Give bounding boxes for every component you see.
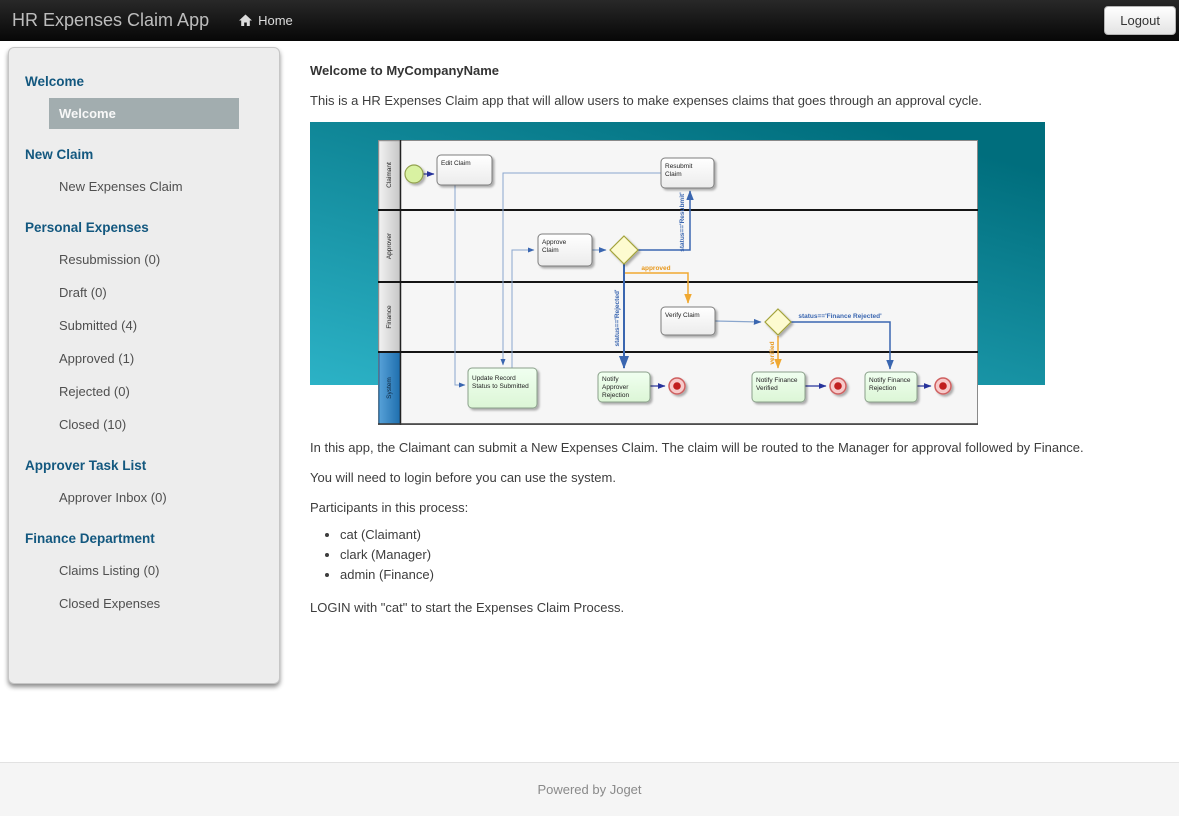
participant-clark: clark (Manager) <box>340 545 1090 565</box>
label-status-finance-rejected: status=='Finance Rejected' <box>798 313 882 320</box>
participant-admin: admin (Finance) <box>340 565 1090 585</box>
task-edit-claim: Edit Claim <box>436 154 493 186</box>
workflow-diagram-image: Claimant Approver Finance System approve… <box>310 122 1045 425</box>
task-approve-claim: Approve Claim <box>537 233 593 267</box>
home-icon <box>239 14 253 27</box>
sidebar-item-submitted[interactable]: Submitted (4) <box>49 310 239 341</box>
svg-text:Verify Claim: Verify Claim <box>665 312 700 319</box>
top-navbar: HR Expenses Claim App Home Logout <box>0 0 1179 41</box>
label-approved: approved <box>641 265 670 272</box>
sidebar-menu: Welcome Welcome New Claim New Expenses C… <box>8 47 280 684</box>
page-footer: Powered by Joget <box>0 762 1179 816</box>
end-event-icon-3 <box>934 377 952 395</box>
paragraph-participants: Participants in this process: <box>310 500 469 515</box>
paragraph-login-hint: LOGIN with "cat" to start the Expenses C… <box>310 600 625 615</box>
paragraph-login-required: You will need to login before you can us… <box>310 470 616 485</box>
bpmn-diagram: Claimant Approver Finance System approve… <box>310 122 1045 425</box>
sidebar-item-resubmission[interactable]: Resubmission (0) <box>49 244 239 275</box>
end-event-icon-1 <box>668 377 686 395</box>
sidebar-item-welcome[interactable]: Welcome <box>49 98 239 129</box>
sidebar-item-approver-inbox[interactable]: Approver Inbox (0) <box>49 482 239 513</box>
participants-list: cat (Claimant) clark (Manager) admin (Fi… <box>310 525 1090 585</box>
task-update-record: Update Record Status to Submitted <box>467 367 538 409</box>
sidebar-item-approved[interactable]: Approved (1) <box>49 343 239 374</box>
app-title: HR Expenses Claim App <box>12 10 210 30</box>
task-notify-finance-rejection: Notify Finance Rejection <box>864 371 918 403</box>
sidebar-item-claims-listing[interactable]: Claims Listing (0) <box>49 555 239 586</box>
lane-label-finance: Finance <box>386 305 393 329</box>
paragraph-routing: In this app, the Claimant can submit a N… <box>310 440 1084 455</box>
sidebar-heading-new-claim: New Claim <box>25 147 94 162</box>
lane-label-system: System <box>386 377 393 399</box>
start-event-icon <box>404 164 424 184</box>
sidebar-item-new-expenses-claim[interactable]: New Expenses Claim <box>49 171 239 202</box>
sidebar-item-draft[interactable]: Draft (0) <box>49 277 239 308</box>
label-status-resubmit: status=='Resubmit' <box>679 192 686 252</box>
main-content: Welcome to MyCompanyName This is a HR Ex… <box>310 41 1090 625</box>
nav-home-link[interactable]: Home <box>239 13 293 28</box>
sidebar-heading-welcome: Welcome <box>25 74 85 89</box>
lane-label-claimant: Claimant <box>386 162 393 188</box>
label-status-rejected: status=='Rejected' <box>614 289 621 346</box>
page-title: Welcome to MyCompanyName <box>310 63 500 78</box>
task-notify-approver-rejection: Notify Approver Rejection <box>597 371 651 403</box>
participant-cat: cat (Claimant) <box>340 525 1090 545</box>
task-verify-claim: Verify Claim <box>660 306 716 336</box>
svg-text:Edit Claim: Edit Claim <box>441 160 471 167</box>
intro-paragraph: This is a HR Expenses Claim app that wil… <box>310 93 982 108</box>
nav-home-label: Home <box>258 13 293 28</box>
end-event-icon-2 <box>829 377 847 395</box>
sidebar-heading-personal-expenses: Personal Expenses <box>25 220 149 235</box>
task-resubmit-claim: Resubmit Claim <box>660 157 715 189</box>
sidebar-item-rejected[interactable]: Rejected (0) <box>49 376 239 407</box>
sidebar-item-closed[interactable]: Closed (10) <box>49 409 239 440</box>
sidebar-item-closed-expenses[interactable]: Closed Expenses <box>49 588 239 619</box>
swimlane-panel: Claimant Approver Finance System approve… <box>378 140 978 425</box>
footer-text: Powered by Joget <box>537 782 642 797</box>
sidebar-heading-finance-department: Finance Department <box>25 531 155 546</box>
sidebar-heading-approver-task-list: Approver Task List <box>25 458 147 473</box>
label-verified: verified <box>769 341 776 364</box>
lane-label-approver: Approver <box>386 232 393 259</box>
task-notify-finance-verified: Notify Finance Verified <box>751 371 806 403</box>
logout-button[interactable]: Logout <box>1104 6 1176 35</box>
